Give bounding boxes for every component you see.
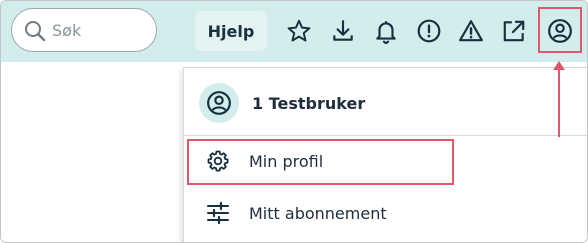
user-dropdown-menu: 1 Testbruker Min profil Mitt abonnement xyxy=(183,67,587,242)
menu-item-my-subscription[interactable]: Mitt abonnement xyxy=(184,188,587,238)
annotation-arrow-head xyxy=(553,61,565,70)
gear-icon xyxy=(206,149,230,173)
menu-item-my-profile[interactable]: Min profil xyxy=(184,136,587,186)
top-bar: Søk Hjelp xyxy=(1,1,587,62)
bell-icon[interactable] xyxy=(372,15,400,47)
alert-circle-icon[interactable] xyxy=(415,15,443,47)
sliders-icon xyxy=(206,201,230,225)
user-circle-icon[interactable] xyxy=(546,15,574,47)
warning-icon[interactable] xyxy=(457,15,485,47)
star-icon[interactable] xyxy=(285,15,313,47)
app-window: Søk Hjelp 1 Testbruker Min profil Mitt a… xyxy=(0,0,588,243)
help-button[interactable]: Hjelp xyxy=(195,11,267,51)
download-icon[interactable] xyxy=(329,15,357,47)
search-input[interactable]: Søk xyxy=(11,8,157,52)
search-icon xyxy=(24,20,46,46)
annotation-arrow-line xyxy=(558,67,560,137)
user-name: 1 Testbruker xyxy=(252,94,366,113)
user-header: 1 Testbruker xyxy=(184,68,587,136)
user-circle-icon xyxy=(207,91,231,115)
menu-item-label: Min profil xyxy=(249,152,324,171)
menu-item-label: Mitt abonnement xyxy=(249,204,387,223)
avatar xyxy=(199,83,239,123)
external-link-icon[interactable] xyxy=(500,15,528,47)
search-placeholder: Søk xyxy=(52,21,82,40)
